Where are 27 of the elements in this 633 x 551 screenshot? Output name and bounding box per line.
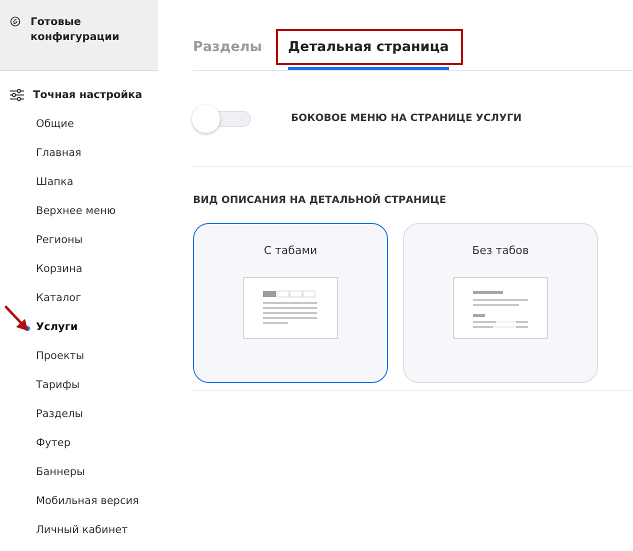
fine-tuning-heading[interactable]: Точная настройка xyxy=(10,87,142,103)
palette-icon xyxy=(10,15,20,28)
menu-item[interactable]: Главная xyxy=(36,147,82,159)
tabbed-layout-icon xyxy=(243,277,338,339)
menu-item[interactable]: Каталог xyxy=(36,292,82,304)
section-heading: ВИД ОПИСАНИЯ НА ДЕТАЛЬНОЙ СТРАНИЦЕ xyxy=(193,195,448,206)
menu-item[interactable]: Корзина xyxy=(36,263,82,275)
menu-item[interactable]: Шапка xyxy=(36,176,74,188)
menu-item[interactable]: Разделы xyxy=(36,408,84,420)
menu-item[interactable]: Проекты xyxy=(36,350,84,362)
menu-item[interactable]: Верхнее меню xyxy=(36,205,116,217)
menu-item[interactable]: Услуги xyxy=(36,321,78,333)
menu-item[interactable]: Мобильная версия xyxy=(36,495,139,507)
toggle-switch[interactable] xyxy=(191,104,253,134)
plain-layout-icon xyxy=(453,277,548,339)
option-card[interactable]: Без табов xyxy=(403,223,598,383)
presets-menu-item[interactable]: Готовые конфигурации xyxy=(0,0,158,71)
toggle-label: БОКОВОЕ МЕНЮ НА СТРАНИЦЕ УСЛУГИ xyxy=(291,113,522,124)
menu-item[interactable]: Баннеры xyxy=(36,466,85,478)
menu-item[interactable]: Личный кабинет xyxy=(36,524,128,536)
sliders-icon xyxy=(10,89,24,101)
menu-item[interactable]: Футер xyxy=(36,437,70,449)
menu-item[interactable]: Регионы xyxy=(36,234,83,246)
menu-item[interactable]: Тарифы xyxy=(36,379,80,391)
menu-item[interactable]: Общие xyxy=(36,118,74,130)
option-card[interactable]: С табами xyxy=(193,223,388,383)
tab[interactable]: Детальная страница xyxy=(288,39,449,70)
